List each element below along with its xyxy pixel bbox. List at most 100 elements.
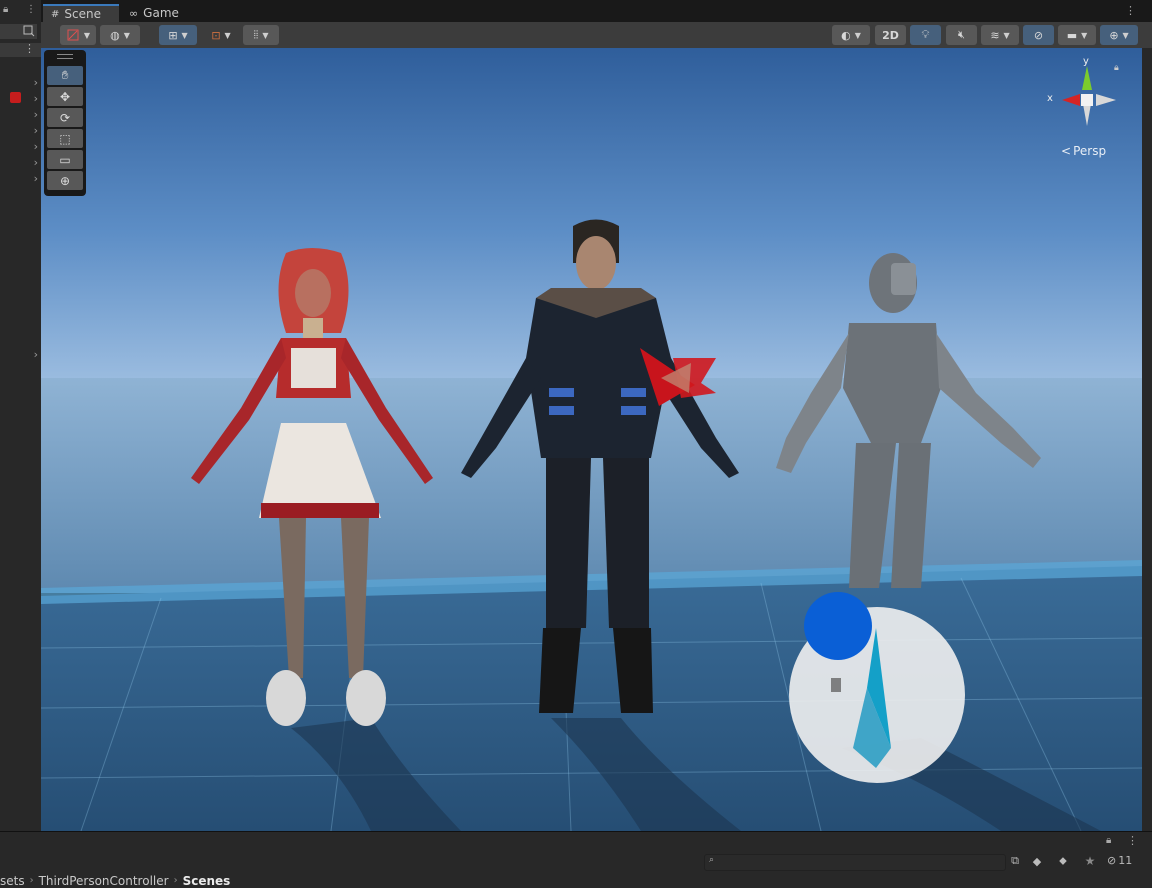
projection-toggle[interactable]: < Persp: [1061, 144, 1106, 158]
breadcrumb-item[interactable]: sets: [0, 874, 25, 888]
camera-icon: ▬: [1066, 28, 1078, 42]
shading-dropdown[interactable]: ◍ ▼: [100, 25, 140, 45]
mute-icon: 🔇︎: [958, 28, 965, 41]
tab-menu-icon[interactable]: ⋮: [1125, 4, 1136, 17]
hierarchy-row[interactable]: ›: [0, 107, 41, 123]
increment-snap-dropdown[interactable]: ⊡ ▼: [204, 25, 238, 45]
camera-dropdown[interactable]: ▬ ▼: [1058, 25, 1096, 45]
toggle-2d-button[interactable]: 2D: [875, 25, 906, 45]
menu-icon[interactable]: ⋮: [1127, 834, 1138, 847]
effects-dropdown[interactable]: ≋ ▼: [981, 25, 1019, 45]
hand-tool[interactable]: ✋︎: [47, 66, 83, 85]
breadcrumb-item[interactable]: ThirdPersonController: [39, 874, 169, 888]
gizmo-axis-y: y: [1083, 56, 1089, 67]
globe-icon: ◍: [110, 28, 120, 42]
search-icon: ⌕: [709, 855, 715, 865]
project-toolbar: ⌕ ⧉ ◆ ⬥ ★ ⊘ 11: [0, 851, 1152, 873]
menu-icon[interactable]: ⋮: [26, 4, 36, 15]
move-tool[interactable]: ✥: [47, 87, 83, 106]
hierarchy-row[interactable]: ›: [0, 347, 41, 363]
tab-game-label: Game: [143, 6, 179, 20]
hierarchy-row[interactable]: ›: [0, 75, 41, 91]
favorite-star-icon[interactable]: ★: [1083, 854, 1097, 868]
project-panel-header: 🔒︎ ⋮: [0, 831, 1152, 852]
chevron-right-icon[interactable]: ›: [34, 124, 38, 137]
scale-icon: ⬚: [59, 131, 71, 146]
prefab-icon: [10, 92, 21, 103]
hierarchy-row[interactable]: ›: [0, 123, 41, 139]
scene-toolbar: ▼ ◍ ▼ ⊞ ▼ ⊡ ▼ ⦙⦙ ▼ ◐ ▼ 2D 💡︎ 🔇︎ ≋ ▼ ⊘ ▬ ▼ ⊕ ▼: [41, 22, 1152, 49]
grid-snap-icon: ⊞: [168, 28, 178, 42]
gizmo-axis-x: x: [1047, 93, 1053, 104]
chevron-right-icon: ›: [173, 875, 178, 886]
eye-off-icon: ⊘: [1033, 28, 1044, 42]
snap-increment-icon: ⊡: [211, 28, 221, 42]
breadcrumb-current[interactable]: Scenes: [183, 874, 231, 888]
scene-viewport[interactable]: [41, 48, 1142, 831]
tools-overlay: ✋︎ ✥ ⟳ ⬚ ▭ ⊕: [44, 50, 86, 196]
hand-icon: ✋︎: [61, 68, 69, 82]
scene-render[interactable]: [41, 48, 1142, 831]
chevron-right-icon[interactable]: ›: [34, 76, 38, 89]
scene-header-row[interactable]: ⋮: [0, 42, 41, 57]
label-icon[interactable]: ⬥: [1056, 854, 1070, 868]
toggle-audio-button[interactable]: 🔇︎: [946, 25, 977, 45]
hierarchy-panel: 🔒︎ ⋮ ⋮ › › › › › › › ›: [0, 0, 42, 831]
transform-tool[interactable]: ⊕: [47, 171, 83, 190]
view-tab-bar: # Scene ∞ Game ⋮: [41, 0, 1152, 22]
chevron-right-icon[interactable]: ›: [34, 108, 38, 121]
gizmo-lock-icon[interactable]: 🔒︎: [1114, 63, 1119, 73]
hierarchy-row[interactable]: ›: [0, 91, 41, 107]
lock-icon[interactable]: 🔒︎: [1106, 835, 1111, 846]
projection-label: Persp: [1073, 144, 1107, 158]
chevron-right-icon[interactable]: ›: [34, 172, 38, 185]
tab-game[interactable]: ∞ Game: [121, 4, 191, 22]
gizmos-dropdown[interactable]: ⊕ ▼: [1100, 25, 1138, 45]
gizmo-globe-icon: ⊕: [1109, 28, 1119, 42]
chevron-right-icon: ›: [29, 875, 34, 886]
chevron-right-icon[interactable]: ›: [34, 156, 38, 169]
hierarchy-row[interactable]: ›: [0, 155, 41, 171]
search-icon: [23, 25, 35, 37]
transform-icon: ⊕: [59, 173, 71, 188]
lightbulb-icon: 💡︎: [921, 28, 930, 41]
hierarchy-row[interactable]: ›: [0, 171, 41, 187]
toggle-lighting-button[interactable]: 💡︎: [910, 25, 941, 45]
chevron-right-icon[interactable]: ›: [34, 348, 38, 361]
gamepad-icon: ∞: [129, 6, 139, 20]
chevron-right-icon[interactable]: ›: [34, 140, 38, 153]
draw-mode-dropdown[interactable]: ▼: [60, 25, 96, 45]
tab-scene[interactable]: # Scene: [43, 4, 119, 22]
rect-tool[interactable]: ▭: [47, 150, 83, 169]
hidden-count: 11: [1118, 854, 1133, 867]
rotate-tool[interactable]: ⟳: [47, 108, 83, 127]
grid-icon: #: [51, 8, 60, 20]
lock-icon[interactable]: 🔒︎: [3, 4, 8, 15]
rotate-icon: ⟳: [59, 110, 71, 125]
ruler-dropdown[interactable]: ⦙⦙ ▼: [243, 25, 279, 45]
hierarchy-search[interactable]: [0, 24, 37, 39]
tab-scene-label: Scene: [64, 7, 101, 21]
search-by-type-icon[interactable]: ⧉: [1008, 854, 1022, 868]
rect-icon: ▭: [59, 152, 71, 167]
scene-menu-icon[interactable]: ⋮: [24, 42, 35, 55]
project-search-input[interactable]: ⌕: [704, 854, 1006, 871]
ruler-icon: ⦙⦙: [253, 28, 259, 41]
chevron-right-icon[interactable]: ›: [34, 92, 38, 105]
draw-mode-icon: [67, 29, 79, 41]
perspective-icon: <: [1061, 144, 1072, 158]
orientation-gizmo[interactable]: y x 🔒︎ < Persp: [1046, 56, 1126, 170]
hidden-packages-toggle[interactable]: ⊘ 11: [1107, 854, 1132, 867]
move-icon: ✥: [59, 89, 71, 104]
filter-type-icon[interactable]: ◆: [1030, 854, 1044, 868]
viewport-scrollbar[interactable]: [1142, 48, 1152, 831]
scale-tool[interactable]: ⬚: [47, 129, 83, 148]
eye-off-icon: ⊘: [1107, 854, 1117, 867]
hidden-objects-toggle[interactable]: ⊘: [1023, 25, 1054, 45]
lighting-dropdown[interactable]: ◐ ▼: [832, 25, 870, 45]
hierarchy-row[interactable]: ›: [0, 139, 41, 155]
grid-snapping-dropdown[interactable]: ⊞ ▼: [159, 25, 197, 45]
sphere-icon: ◐: [841, 28, 851, 42]
drag-handle-icon[interactable]: [57, 54, 73, 59]
breadcrumb: sets › ThirdPersonController › Scenes: [0, 873, 1152, 888]
